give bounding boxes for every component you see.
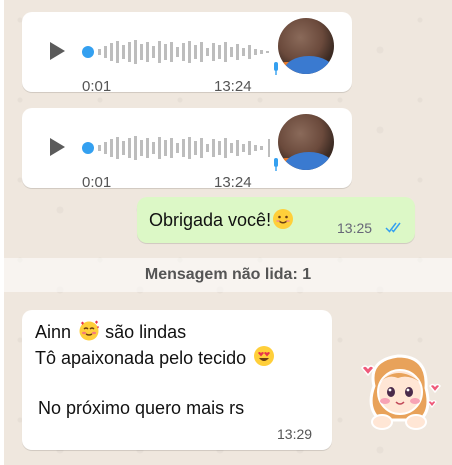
waveform[interactable] xyxy=(84,39,274,65)
progress-knob[interactable] xyxy=(82,46,94,58)
message-line: Tô apaixonada pelo tecido xyxy=(35,345,275,369)
mic-icon xyxy=(274,62,278,75)
love-face-emoji-icon xyxy=(78,319,100,341)
unread-divider-label: Mensagem não lida: 1 xyxy=(144,266,312,283)
frame-edge xyxy=(0,0,4,465)
voice-message[interactable]: 0:01 13:24 xyxy=(22,108,352,191)
play-icon[interactable] xyxy=(50,138,65,156)
avatar xyxy=(278,18,334,74)
unread-divider: Mensagem não lida: 1 xyxy=(4,258,452,292)
line2-text: Tô apaixonada pelo tecido xyxy=(35,348,247,368)
voice-duration: 0:01 xyxy=(82,78,112,95)
outgoing-message[interactable]: Obrigada você! 13:25 xyxy=(137,197,415,243)
message-time: 13:24 xyxy=(214,174,252,191)
message-text: Obrigada você! xyxy=(149,209,294,231)
play-icon[interactable] xyxy=(50,42,65,60)
waveform[interactable] xyxy=(84,135,274,161)
line1-post: são lindas xyxy=(105,322,187,342)
incoming-message[interactable]: Ainn são lindas Tô apaixonada pelo tecid… xyxy=(22,310,332,450)
message-time: 13:29 xyxy=(277,426,313,442)
message-text-content: Obrigada você! xyxy=(149,210,272,230)
heart-eyes-emoji-icon xyxy=(253,345,275,367)
smile-emoji-icon xyxy=(273,209,294,229)
message-time: 13:24 xyxy=(214,78,252,95)
message-time: 13:25 xyxy=(337,220,373,236)
mic-icon xyxy=(274,158,278,171)
double-check-icon xyxy=(385,222,401,233)
message-line: No próximo quero mais rs xyxy=(38,398,245,418)
line1-pre: Ainn xyxy=(35,322,72,342)
progress-knob[interactable] xyxy=(82,142,94,154)
voice-duration: 0:01 xyxy=(82,174,112,191)
message-line: Ainn são lindas xyxy=(35,319,186,343)
avatar xyxy=(278,114,334,170)
voice-message[interactable]: 0:01 13:24 xyxy=(22,12,352,95)
love-sticker[interactable] xyxy=(358,346,442,438)
